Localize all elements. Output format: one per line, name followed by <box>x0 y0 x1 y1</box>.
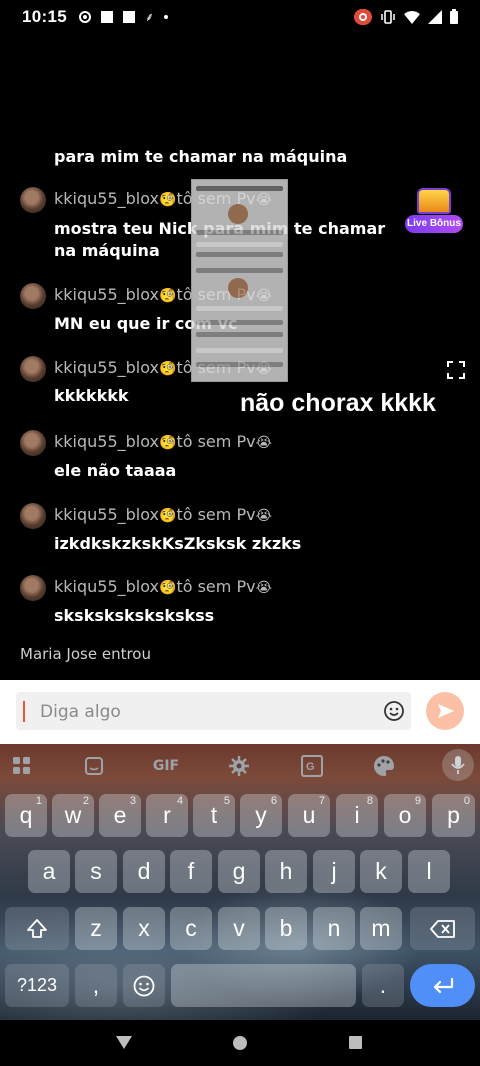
key-l[interactable]: l <box>408 850 450 893</box>
avatar[interactable] <box>20 356 46 382</box>
enter-icon <box>433 977 453 993</box>
avatar[interactable] <box>20 430 46 456</box>
key-g[interactable]: g <box>218 850 260 893</box>
on-screen-keyboard: GIF G q1 w2 e3 r4 t5 y6 u7 i8 o9 p0 a s … <box>0 744 480 1020</box>
translate-icon[interactable]: G <box>298 752 326 780</box>
home-icon[interactable] <box>233 1036 247 1050</box>
key-t[interactable]: t5 <box>193 794 235 837</box>
join-notice: Maria Jose entrou <box>20 645 151 663</box>
emoji-icon[interactable] <box>383 700 405 722</box>
back-icon[interactable] <box>116 1036 132 1049</box>
gif-button[interactable]: GIF <box>148 752 184 780</box>
svg-text:G: G <box>306 761 315 773</box>
key-c[interactable]: c <box>170 907 212 950</box>
apps-icon[interactable] <box>8 752 36 780</box>
space-key[interactable] <box>171 964 356 1007</box>
comma-key[interactable]: , <box>75 964 117 1007</box>
chat-partial-message: para mim te chamar na máquina <box>54 147 348 166</box>
key-o[interactable]: o9 <box>384 794 426 837</box>
key-r[interactable]: r4 <box>146 794 188 837</box>
chat-username[interactable]: kkiqu55_blox🧐tô sem Pv😭 <box>54 432 272 451</box>
key-f[interactable]: f <box>170 850 212 893</box>
key-w[interactable]: w2 <box>52 794 94 837</box>
key-y[interactable]: y6 <box>240 794 282 837</box>
chat-text: ele não taaaa <box>54 461 177 480</box>
key-h[interactable]: h <box>265 850 307 893</box>
key-s[interactable]: s <box>75 850 117 893</box>
palette-icon[interactable] <box>370 752 398 780</box>
shift-key[interactable] <box>5 907 69 950</box>
symbols-key[interactable]: ?123 <box>5 964 69 1007</box>
chat-username[interactable]: kkiqu55_blox🧐tô sem Pv😭 <box>54 577 272 596</box>
key-i[interactable]: i8 <box>336 794 378 837</box>
key-u[interactable]: u7 <box>288 794 330 837</box>
recent-apps-icon[interactable] <box>349 1036 362 1049</box>
key-x[interactable]: x <box>123 907 165 950</box>
key-b[interactable]: b <box>265 907 307 950</box>
backspace-icon <box>429 919 455 938</box>
avatar[interactable] <box>20 575 46 601</box>
mic-icon[interactable] <box>442 749 474 781</box>
send-button[interactable] <box>426 692 464 730</box>
chat-username[interactable]: kkiqu55_blox🧐tô sem Pv😭 <box>54 505 272 524</box>
avatar[interactable] <box>20 283 46 309</box>
navigation-bar <box>0 1020 480 1066</box>
text-caret <box>23 701 25 722</box>
send-arrow-icon <box>438 704 454 718</box>
key-n[interactable]: n <box>313 907 355 950</box>
key-e[interactable]: e3 <box>99 794 141 837</box>
key-m[interactable]: m <box>360 907 402 950</box>
fullscreen-icon[interactable] <box>447 361 465 379</box>
key-p[interactable]: p0 <box>432 794 475 837</box>
shift-icon <box>27 918 47 938</box>
avatar[interactable] <box>20 503 46 529</box>
screen-share-thumbnail[interactable] <box>191 179 288 382</box>
key-k[interactable]: k <box>360 850 402 893</box>
enter-key[interactable] <box>410 964 475 1007</box>
period-key[interactable]: . <box>362 964 404 1007</box>
key-d[interactable]: d <box>123 850 165 893</box>
live-bonus-button[interactable]: Live Bônus <box>405 186 463 234</box>
sticker-icon[interactable] <box>80 752 108 780</box>
avatar[interactable] <box>20 187 46 213</box>
settings-icon[interactable] <box>225 752 253 780</box>
treasure-chest-icon <box>417 188 451 214</box>
chat-input[interactable] <box>40 701 380 723</box>
key-q[interactable]: q1 <box>5 794 47 837</box>
chat-text: izkdkskzkskKsZksksk zkzks <box>54 534 302 553</box>
key-v[interactable]: v <box>218 907 260 950</box>
chat-input-box[interactable] <box>16 692 411 730</box>
key-j[interactable]: j <box>313 850 355 893</box>
backspace-key[interactable] <box>410 907 475 950</box>
chat-input-bar <box>0 680 480 744</box>
live-bonus-label: Live Bônus <box>405 215 463 233</box>
stream-caption: não chorax kkkk <box>240 389 436 417</box>
key-a[interactable]: a <box>28 850 70 893</box>
emoji-key[interactable] <box>123 964 165 1007</box>
chat-text: skskskskskskskss <box>54 606 215 625</box>
key-z[interactable]: z <box>75 907 117 950</box>
emoji-icon <box>133 975 155 996</box>
